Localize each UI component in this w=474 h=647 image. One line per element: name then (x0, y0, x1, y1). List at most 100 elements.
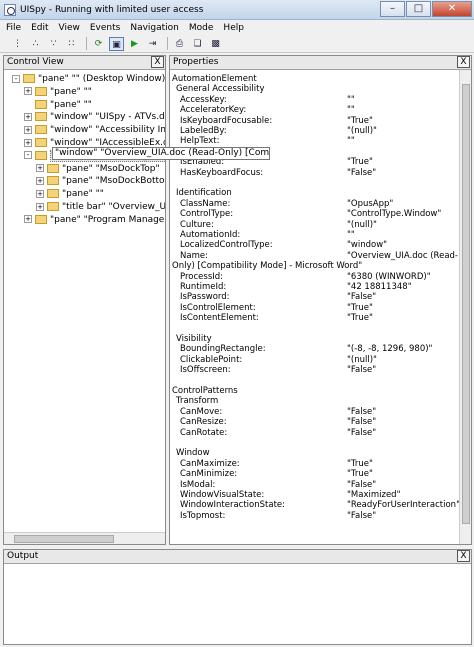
highlight-icon[interactable]: ▩ (208, 37, 223, 51)
expand-icon[interactable]: + (24, 87, 32, 96)
expand-icon[interactable]: + (36, 164, 44, 173)
refresh-icon[interactable]: ⟳ (91, 37, 106, 51)
expand-icon[interactable]: + (36, 202, 44, 211)
copy-icon[interactable]: ❏ (190, 37, 205, 51)
tree-item[interactable]: - "pane" "" (Desktop Window) (12, 73, 165, 86)
property-name: Name: (180, 250, 208, 261)
folder-icon (35, 214, 47, 224)
expand-icon[interactable]: + (36, 189, 44, 198)
property-name: IsContentElement: (180, 313, 259, 324)
tree-item-label: "pane" "MsoDockTop" (62, 163, 160, 174)
menu-bar: File Edit View Events Navigation Mode He… (0, 20, 474, 35)
output-title: Output (7, 551, 39, 561)
property-name: AcceleratorKey: (180, 105, 247, 116)
tree-item[interactable]: + "pane" "MsoDockBottom" (36, 175, 165, 188)
menu-events[interactable]: Events (90, 23, 120, 33)
property-value: "True" (347, 458, 373, 469)
control-view-close-button[interactable]: X (151, 56, 164, 68)
tree-item-label: "pane" "" (50, 86, 92, 97)
property-name: AutomationElement (172, 74, 257, 84)
maximize-button[interactable]: □ (406, 1, 431, 17)
property-value: "ReadyForUserInteraction" (347, 500, 459, 511)
property-name: RuntimeId: (180, 282, 227, 292)
expand-icon[interactable]: + (36, 176, 44, 185)
menu-mode[interactable]: Mode (189, 23, 214, 33)
property-name: HelpText: (180, 136, 220, 147)
property-name: Transform (176, 396, 219, 407)
property-name: ControlType: (180, 209, 234, 220)
properties-list: AutomationElement General Accessibility Ac… (170, 70, 459, 544)
property-name: CanResize: (180, 417, 227, 428)
control-tree[interactable]: - "pane" "" (Desktop Window) + "pane" "" "pa… (4, 70, 165, 532)
tree2-icon[interactable]: ∵ (46, 37, 61, 51)
folder-icon (35, 112, 47, 122)
tree-item[interactable]: + "pane" "" (24, 86, 92, 99)
menu-navigation[interactable]: Navigation (130, 23, 179, 33)
property-name: CanMaximize: (180, 458, 240, 469)
control-view-title: Control View (7, 57, 64, 67)
output-close-button[interactable]: X (457, 550, 470, 562)
property-value: "(null)" (347, 219, 377, 230)
property-name: CanRotate: (180, 427, 228, 438)
menu-help[interactable]: Help (223, 23, 244, 33)
collapse-icon[interactable]: - (12, 74, 20, 83)
tree-item[interactable]: + "pane" "" (36, 188, 104, 201)
property-value: "(-8, -8, 1296, 980)" (347, 344, 433, 355)
step-icon[interactable]: ⇥ (145, 37, 160, 51)
property-name: IsTopmost: (180, 510, 226, 521)
dots-icon[interactable]: ⋮ (10, 37, 25, 51)
collapse-icon[interactable]: - (24, 151, 32, 160)
property-value: "42 18811348" (347, 282, 412, 292)
property-value: "window" (347, 240, 388, 251)
expand-icon[interactable]: + (24, 125, 32, 134)
property-name: Identification (176, 188, 232, 199)
tree-item-label: "pane" "Program Manager" (50, 214, 165, 225)
expand-icon[interactable]: + (24, 215, 32, 224)
expand-icon[interactable]: + (24, 138, 32, 147)
toolbar: ⋮ ∴ ∵ ∷ ⟳ ▣ ▶ ⇥ ⎙ ❏ ▩ (0, 35, 474, 53)
tree-item[interactable]: + "window" "Accessibility Imple (24, 124, 165, 137)
property-name: IsControlElement: (180, 302, 256, 313)
tree-item[interactable]: + "title bar" "Overview_UIA.c (36, 201, 165, 214)
property-value: "False" (347, 406, 377, 417)
property-name: Only) [Compatibility Mode] - Microsoft W… (172, 261, 363, 272)
tree-item-tooltip: "window" "Overview_UIA.doc (Read-Only) [… (52, 147, 270, 160)
hier-icon[interactable]: ∷ (64, 37, 79, 51)
property-value: "OpusApp" (347, 198, 394, 209)
close-button[interactable]: ✕ (432, 1, 472, 17)
menu-file[interactable]: File (6, 23, 21, 33)
play-icon[interactable]: ▶ (127, 37, 142, 51)
menu-view[interactable]: View (59, 23, 80, 33)
property-value: "False" (347, 479, 377, 490)
screenshot-icon[interactable]: ⎙ (172, 37, 187, 51)
uispy-app-icon (4, 3, 16, 16)
expand-icon[interactable]: + (24, 112, 32, 121)
tree-item[interactable]: + "window" "UISpy - ATVs.doc ( (24, 111, 165, 124)
minimize-button[interactable]: – (380, 1, 405, 17)
select-icon[interactable]: ▣ (109, 36, 124, 51)
horizontal-scrollbar[interactable] (4, 532, 165, 544)
output-panel: Output X (3, 549, 472, 645)
property-value: "False" (347, 427, 377, 438)
control-view-header: Control View X (4, 56, 165, 70)
property-value: "" (347, 136, 355, 147)
tree-item[interactable]: + "pane" "MsoDockTop" (36, 163, 160, 176)
tree-item[interactable]: "pane" "" (24, 99, 92, 112)
menu-edit[interactable]: Edit (31, 23, 48, 33)
folder-icon (35, 125, 47, 135)
property-name: Culture: (180, 219, 214, 230)
title-bar: UISpy - Running with limited user access… (0, 0, 474, 20)
property-name: LabeledBy: (180, 126, 227, 136)
properties-close-button[interactable]: X (457, 56, 470, 68)
property-value: "" (347, 105, 355, 116)
folder-icon (35, 138, 47, 147)
tree-icon[interactable]: ∴ (28, 37, 43, 51)
folder-icon (23, 74, 35, 83)
property-value: "6380 (WINWORD)" (347, 271, 431, 282)
tree-item[interactable]: + "pane" "Program Manager" (24, 214, 165, 227)
vertical-scrollbar[interactable] (459, 70, 471, 544)
output-header: Output X (4, 550, 471, 564)
folder-icon (47, 189, 59, 199)
property-value: "(null)" (347, 126, 377, 136)
property-name: HasKeyboardFocus: (180, 167, 264, 178)
